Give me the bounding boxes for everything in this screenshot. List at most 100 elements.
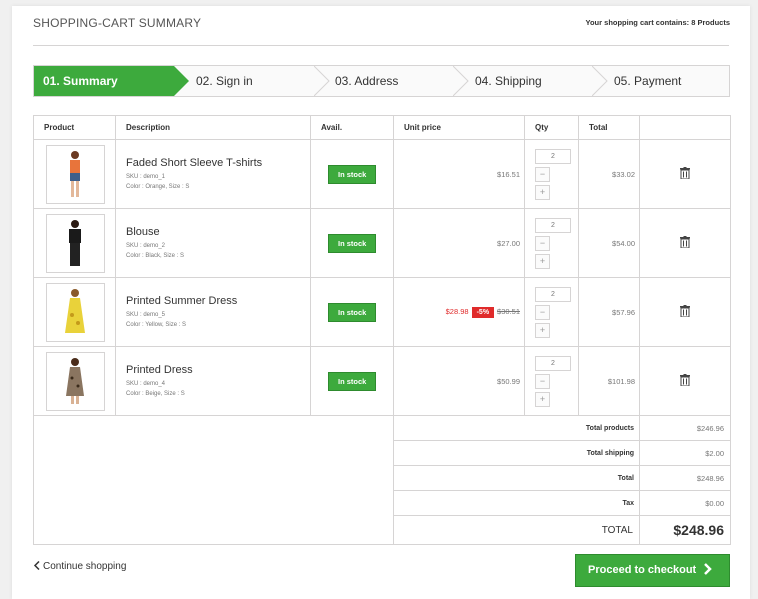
qty-cell: 2 − + (524, 208, 579, 278)
unit-price-cell: $27.00 (393, 208, 525, 278)
qty-input[interactable]: 2 (535, 217, 571, 233)
qty-input[interactable]: 2 (535, 286, 571, 302)
product-attributes: Color : Yellow, Size : S (126, 321, 187, 328)
continue-shopping-label: Continue shopping (43, 561, 127, 572)
qty-increase-button[interactable]: + (535, 391, 550, 407)
qty-input[interactable]: 2 (535, 148, 571, 164)
page-title: SHOPPING-CART SUMMARY (33, 16, 202, 30)
product-sku: SKU : demo_5 (126, 311, 166, 318)
product-image[interactable] (46, 144, 105, 204)
checkout-steps: 01. Summary 02. Sign in 03. Address 04. … (33, 65, 730, 97)
qty-cell: 2 − + (524, 139, 579, 209)
total-products-label: Total products (393, 415, 640, 441)
col-header-total: Total (578, 115, 640, 140)
line-total-cell: $101.98 (578, 346, 640, 416)
unit-price-cell: $50.99 (393, 346, 525, 416)
step-sign-in[interactable]: 02. Sign in (196, 66, 316, 96)
product-description-cell: Printed Summer Dress SKU : demo_5 Color … (115, 277, 311, 347)
total-shipping-value: $2.00 (639, 440, 731, 466)
qty-increase-button[interactable]: + (535, 253, 550, 269)
table-row: Faded Short Sleeve T-shirts SKU : demo_1… (33, 139, 731, 209)
qty-increase-button[interactable]: + (535, 322, 550, 338)
product-name-link[interactable]: Blouse (126, 226, 309, 238)
product-description-cell: Blouse SKU : demo_2 Color : Black, Size … (115, 208, 311, 278)
qty-input[interactable]: 2 (535, 355, 571, 371)
product-photo-icon (69, 219, 81, 266)
product-thumb-cell (33, 346, 116, 416)
product-image[interactable] (46, 213, 105, 273)
total-value: $248.96 (639, 465, 731, 491)
line-total: $101.98 (607, 376, 635, 386)
step-payment[interactable]: 05. Payment (614, 66, 729, 96)
continue-shopping-link[interactable]: Continue shopping (33, 560, 127, 572)
qty-increase-button[interactable]: + (535, 184, 550, 200)
trash-icon[interactable] (680, 236, 690, 249)
in-stock-badge: In stock (328, 233, 377, 253)
availability-cell: In stock (310, 277, 394, 347)
col-header-avail: Avail. (310, 115, 394, 140)
product-attributes: Color : Orange, Size : S (126, 183, 190, 190)
cart-count-text: Your shopping cart contains: 8 Products (585, 18, 730, 27)
product-attributes: Color : Beige, Size : S (126, 390, 185, 397)
product-photo-icon (66, 357, 84, 404)
unit-price: $50.99 (497, 376, 520, 386)
product-image[interactable] (46, 282, 105, 342)
step-address[interactable]: 03. Address (335, 66, 455, 96)
qty-decrease-button[interactable]: − (535, 166, 550, 182)
proceed-to-checkout-button[interactable]: Proceed to checkout (575, 554, 730, 587)
cart-table: Product Description Avail. Unit price Qt… (33, 115, 731, 545)
total-label: Total (393, 465, 640, 491)
product-name-link[interactable]: Printed Dress (126, 364, 309, 376)
grand-total-value: $248.96 (639, 515, 731, 545)
table-row: Printed Dress SKU : demo_4 Color : Beige… (33, 346, 731, 416)
line-total-cell: $33.02 (578, 139, 640, 209)
col-header-delete (639, 115, 731, 140)
trash-icon[interactable] (680, 167, 690, 180)
product-sku: SKU : demo_4 (126, 380, 166, 387)
delete-cell (639, 139, 731, 209)
product-name-link[interactable]: Faded Short Sleeve T-shirts (126, 157, 309, 169)
availability-cell: In stock (310, 208, 394, 278)
col-header-product: Product (33, 115, 116, 140)
grand-total-label: TOTAL (393, 515, 640, 545)
step-label: 04. Shipping (475, 74, 542, 88)
unit-price-cell: $28.98 -5% $30.51 (393, 277, 525, 347)
product-name-link[interactable]: Printed Summer Dress (126, 295, 309, 307)
qty-cell: 2 − + (524, 346, 579, 416)
line-total: $57.96 (612, 307, 635, 317)
col-header-unit-price: Unit price (393, 115, 525, 140)
summary-row: Total products $246.96 (33, 415, 731, 545)
product-sku: SKU : demo_1 (126, 173, 166, 180)
table-row: Blouse SKU : demo_2 Color : Black, Size … (33, 208, 731, 278)
step-shipping[interactable]: 04. Shipping (475, 66, 595, 96)
qty-decrease-button[interactable]: − (535, 235, 550, 251)
product-description-cell: Printed Dress SKU : demo_4 Color : Beige… (115, 346, 311, 416)
cart-page: SHOPPING-CART SUMMARY Your shopping cart… (12, 6, 750, 599)
qty-decrease-button[interactable]: − (535, 304, 550, 320)
product-thumb-cell (33, 139, 116, 209)
chevron-right-icon (704, 563, 713, 575)
availability-cell: In stock (310, 139, 394, 209)
step-summary[interactable]: 01. Summary (34, 66, 174, 96)
product-photo-icon (70, 150, 80, 197)
delete-cell (639, 277, 731, 347)
summary-spacer (33, 415, 394, 545)
product-attributes: Color : Black, Size : S (126, 252, 185, 259)
product-photo-icon (65, 288, 85, 333)
old-price: $30.51 (497, 306, 520, 316)
trash-icon[interactable] (680, 305, 690, 318)
product-image[interactable] (46, 351, 105, 411)
line-total-cell: $54.00 (578, 208, 640, 278)
table-row: Printed Summer Dress SKU : demo_5 Color … (33, 277, 731, 347)
tax-label: Tax (393, 490, 640, 516)
line-total: $33.02 (612, 169, 635, 179)
tax-value: $0.00 (639, 490, 731, 516)
step-label: 05. Payment (614, 74, 682, 88)
total-shipping-label: Total shipping (393, 440, 640, 466)
qty-decrease-button[interactable]: − (535, 373, 550, 389)
in-stock-badge: In stock (328, 371, 377, 391)
trash-icon[interactable] (680, 374, 690, 387)
unit-price: $16.51 (497, 169, 520, 179)
product-description-cell: Faded Short Sleeve T-shirts SKU : demo_1… (115, 139, 311, 209)
in-stock-badge: In stock (328, 164, 377, 184)
